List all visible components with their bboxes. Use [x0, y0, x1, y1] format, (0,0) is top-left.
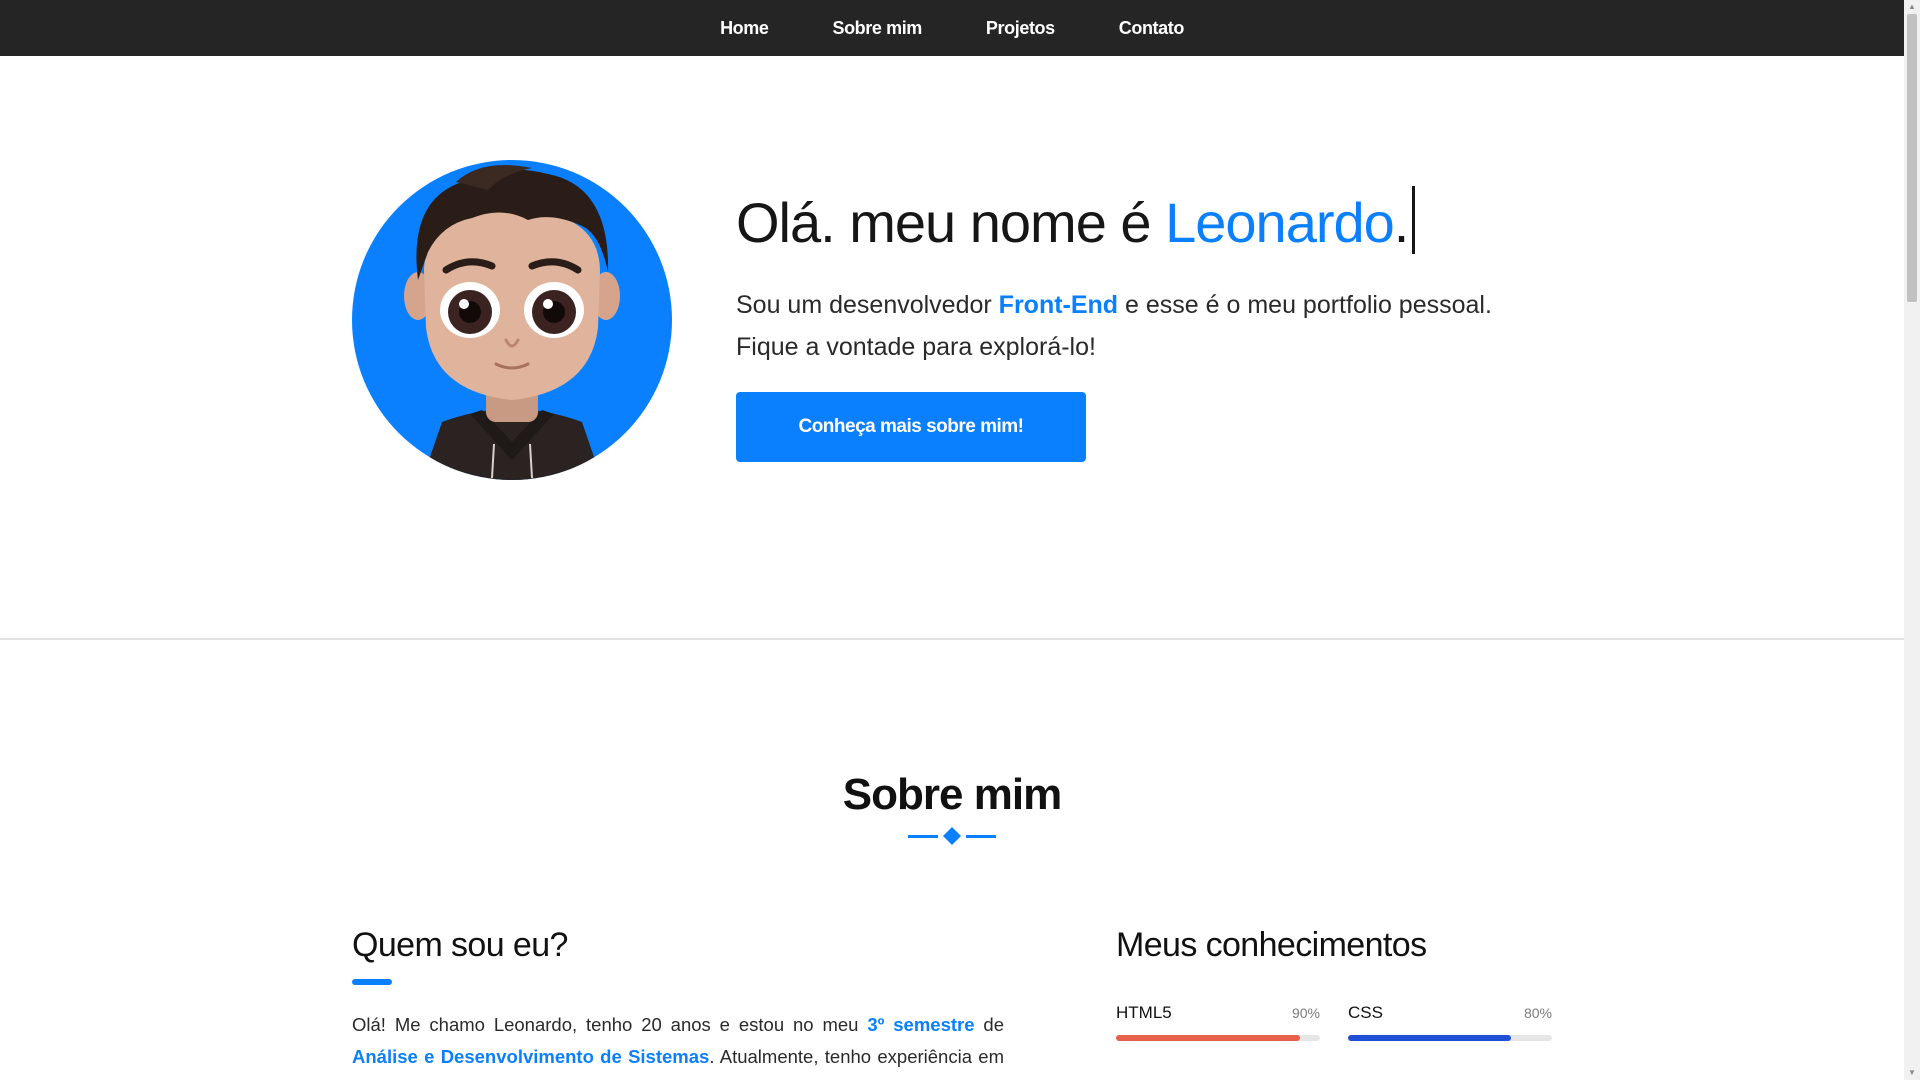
hero-title: Olá. meu nome é Leonardo. — [736, 186, 1556, 254]
diamond-divider-icon — [908, 827, 996, 845]
skills-title: Meus conhecimentos — [1116, 926, 1427, 964]
title-underline — [352, 979, 392, 985]
hero-description: Sou um desenvolvedor Front-End e esse é … — [736, 284, 1556, 368]
skill-percent: 90% — [1291, 1005, 1320, 1021]
skill-css: CSS 80% — [1348, 1003, 1552, 1041]
skill-progress-track — [1116, 1035, 1320, 1041]
hero-title-prefix: Olá. meu nome é — [736, 191, 1166, 254]
skills-column: Meus conhecimentos HTML5 90% CSS 80% — [1116, 926, 1552, 1041]
avatar — [352, 160, 672, 480]
skill-name: CSS — [1348, 1003, 1383, 1022]
skills-list: HTML5 90% CSS 80% — [1116, 1003, 1552, 1041]
about-me-button[interactable]: Conheça mais sobre mim! — [736, 392, 1086, 462]
skill-header: HTML5 90% — [1116, 1003, 1320, 1023]
scrollbar-thumb[interactable] — [1907, 14, 1917, 302]
top-navbar: Home Sobre mim Projetos Contato — [0, 0, 1904, 56]
hero-text: Olá. meu nome é Leonardo. Sou um desenvo… — [736, 186, 1556, 462]
skill-percent: 80% — [1523, 1005, 1552, 1021]
hero-desc-highlight: Front-End — [998, 291, 1119, 319]
hero-desc-prefix: Sou um desenvolvedor — [736, 291, 999, 319]
skill-progress-track — [1348, 1035, 1552, 1041]
skill-header: CSS 80% — [1348, 1003, 1552, 1023]
nav-link-projetos[interactable]: Projetos — [954, 18, 1087, 39]
skill-name: HTML5 — [1116, 1003, 1172, 1022]
about-paragraph: Olá! Me chamo Leonardo, tenho 20 anos e … — [352, 1009, 1004, 1080]
hero-title-name: Leonardo — [1165, 191, 1395, 254]
about-highlight-course: Análise e Desenvolvimento de Sistemas — [352, 1046, 710, 1067]
who-am-i-title: Quem sou eu? — [352, 926, 568, 964]
typing-cursor — [1412, 186, 1416, 254]
scroll-down-icon[interactable]: ▼ — [1907, 1068, 1917, 1078]
skill-progress-fill — [1116, 1035, 1300, 1041]
about-text-2: de — [974, 1014, 1004, 1035]
nav-list: Home Sobre mim Projetos Contato — [688, 18, 1216, 39]
page-scrollbar[interactable]: ▲ ▼ — [1904, 0, 1920, 1080]
nav-link-contato[interactable]: Contato — [1087, 18, 1216, 39]
who-am-i-column: Quem sou eu? Olá! Me chamo Leonardo, ten… — [352, 926, 1004, 1080]
skill-html5: HTML5 90% — [1116, 1003, 1320, 1041]
about-text-1: Olá! Me chamo Leonardo, tenho 20 anos e … — [352, 1014, 868, 1035]
nav-link-sobre-mim[interactable]: Sobre mim — [800, 18, 953, 39]
section-title-sobre-mim: Sobre mim — [842, 770, 1062, 819]
hero-title-suffix: . — [1393, 191, 1410, 254]
nav-link-home[interactable]: Home — [688, 18, 800, 39]
about-highlight-semester: 3º semestre — [867, 1014, 975, 1035]
skill-progress-fill — [1348, 1035, 1512, 1041]
cartoon-avatar-icon — [404, 165, 620, 480]
scroll-up-icon[interactable]: ▲ — [1907, 2, 1917, 12]
hero-section: Olá. meu nome é Leonardo. Sou um desenvo… — [0, 56, 1904, 640]
